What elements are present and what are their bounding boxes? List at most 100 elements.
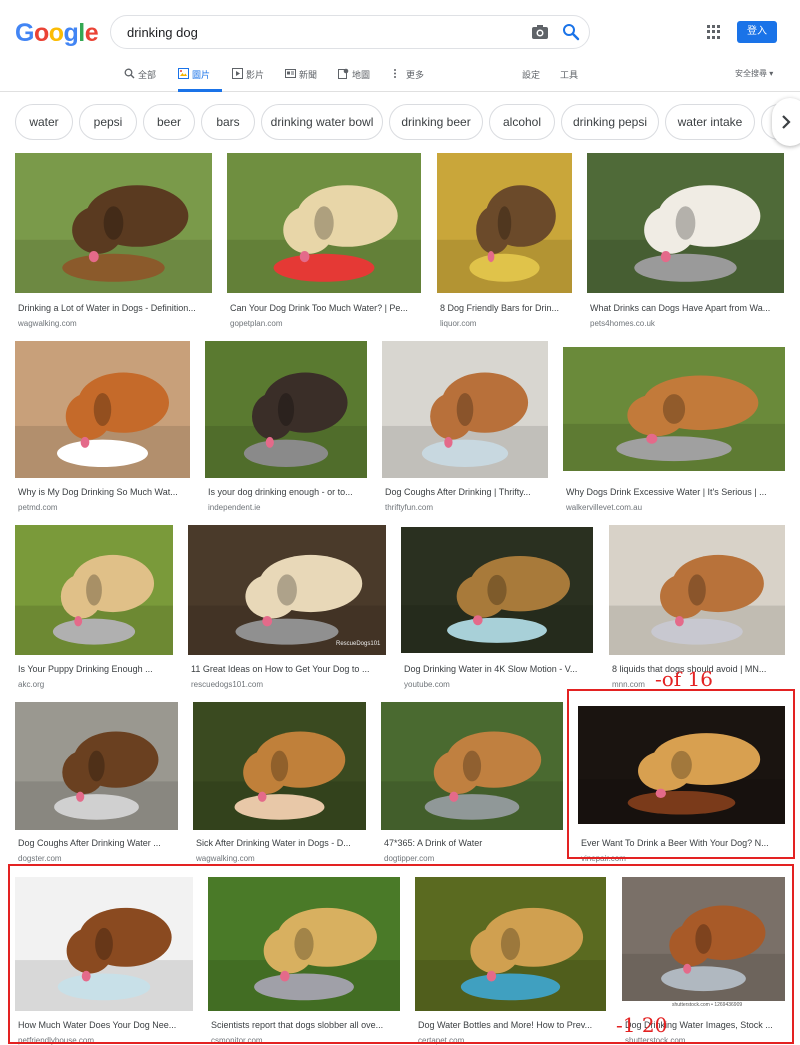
result-source[interactable]: wagwalking.com [18, 319, 211, 328]
result-source[interactable]: liquor.com [440, 319, 571, 328]
image-result[interactable]: Sick After Drinking Water in Dogs - D...… [193, 702, 366, 866]
chip[interactable]: drinking water bowl [261, 104, 383, 140]
result-title[interactable]: 11 Great Ideas on How to Get Your Dog to… [191, 664, 385, 674]
chips-scroll-next-button[interactable] [772, 98, 800, 146]
result-thumbnail[interactable] [15, 341, 190, 478]
annotation-box-16 [567, 689, 795, 859]
annotation-label-16: -of 16 [655, 667, 714, 691]
result-source[interactable]: walkervillevet.com.au [566, 503, 784, 512]
result-thumbnail[interactable] [563, 347, 785, 471]
tab-news[interactable]: 新聞 [285, 62, 317, 92]
tab-maps[interactable]: 地圖 [338, 62, 370, 92]
tab-label: 影片 [246, 70, 265, 80]
result-thumbnail[interactable] [437, 153, 572, 293]
result-title[interactable]: Dog Coughs After Drinking | Thrifty... [385, 487, 547, 497]
result-title[interactable]: Why is My Dog Drinking So Much Wat... [18, 487, 189, 497]
chip[interactable]: alcohol [489, 104, 555, 140]
result-title[interactable]: 8 Dog Friendly Bars for Drin... [440, 303, 571, 313]
chip[interactable]: water [15, 104, 73, 140]
tab-videos[interactable]: 影片 [232, 62, 264, 92]
result-thumbnail[interactable] [205, 341, 367, 478]
result-source[interactable]: thriftyfun.com [385, 503, 547, 512]
result-thumbnail[interactable] [609, 525, 785, 655]
result-source[interactable]: pets4homes.co.uk [590, 319, 783, 328]
header: Google 登入 全部 圖片 影片 [0, 0, 800, 92]
result-title[interactable]: Sick After Drinking Water in Dogs - D... [196, 838, 365, 848]
search-icon[interactable] [562, 23, 580, 41]
sign-in-button[interactable]: 登入 [737, 21, 777, 43]
result-thumbnail[interactable] [188, 525, 386, 655]
result-source[interactable]: dogster.com [18, 854, 177, 863]
image-result[interactable]: Why is My Dog Drinking So Much Wat... pet… [15, 341, 190, 515]
apps-grid-icon[interactable] [707, 25, 721, 39]
result-source[interactable]: independent.ie [208, 503, 366, 512]
chevron-right-icon [782, 115, 791, 129]
chip[interactable]: pepsi [79, 104, 137, 140]
result-source[interactable]: gopetplan.com [230, 319, 420, 328]
chip[interactable]: drinking pepsi [561, 104, 659, 140]
result-thumbnail[interactable] [15, 153, 212, 293]
tab-label: 圖片 [192, 70, 211, 80]
result-title[interactable]: Dog Drinking Water in 4K Slow Motion - V… [404, 664, 592, 674]
result-title[interactable]: 47*365: A Drink of Water [384, 838, 562, 848]
result-source[interactable]: dogtipper.com [384, 854, 562, 863]
dog-photo-image [15, 341, 190, 478]
result-thumbnail[interactable] [15, 525, 173, 655]
image-result[interactable]: Drinking a Lot of Water in Dogs - Defini… [15, 153, 212, 331]
result-title[interactable]: Drinking a Lot of Water in Dogs - Defini… [18, 303, 211, 313]
image-result[interactable]: Why Dogs Drink Excessive Water | It's Se… [563, 347, 785, 515]
image-result[interactable]: Is your dog drinking enough - or to... in… [205, 341, 367, 515]
chip[interactable]: bars [201, 104, 255, 140]
dog-photo-image [382, 341, 548, 478]
result-source[interactable]: petmd.com [18, 503, 189, 512]
video-icon [232, 68, 243, 79]
result-source[interactable]: wagwalking.com [196, 854, 365, 863]
tab-more[interactable]: 更多 [392, 62, 424, 92]
logo-letter: G [15, 19, 34, 47]
result-thumbnail[interactable] [15, 702, 178, 830]
tab-label: 更多 [406, 70, 425, 80]
tab-images[interactable]: 圖片 [178, 62, 222, 92]
image-result[interactable]: 8 Dog Friendly Bars for Drin... liquor.co… [437, 153, 572, 331]
image-result[interactable]: 47*365: A Drink of Water dogtipper.com [381, 702, 563, 866]
image-result[interactable]: Dog Coughs After Drinking Water ... dogst… [15, 702, 178, 866]
dog-photo-image [193, 702, 366, 830]
result-source[interactable]: akc.org [18, 680, 172, 689]
result-thumbnail[interactable] [381, 702, 563, 830]
result-title[interactable]: Can Your Dog Drink Too Much Water? | Pe.… [230, 303, 420, 313]
annotation-box-20 [8, 864, 794, 1044]
search-input[interactable] [127, 16, 507, 48]
image-result[interactable]: Can Your Dog Drink Too Much Water? | Pe.… [227, 153, 421, 331]
dog-photo-image [437, 153, 572, 293]
chip[interactable]: beer [143, 104, 195, 140]
dog-photo-image [401, 527, 593, 653]
safesearch-menu[interactable]: 安全搜尋 ▾ [735, 68, 773, 79]
result-thumbnail[interactable] [193, 702, 366, 830]
image-result[interactable]: Dog Drinking Water in 4K Slow Motion - V… [401, 527, 593, 692]
related-chips: water pepsi beer bars drinking water bow… [0, 104, 800, 140]
result-source[interactable]: youtube.com [404, 680, 592, 689]
settings-link[interactable]: 設定 [522, 68, 540, 81]
image-result[interactable]: Dog Coughs After Drinking | Thrifty... th… [382, 341, 548, 515]
tools-link[interactable]: 工具 [560, 68, 578, 81]
image-result[interactable]: 11 Great Ideas on How to Get Your Dog to… [188, 525, 386, 692]
chip[interactable]: water intake [665, 104, 755, 140]
result-title[interactable]: Why Dogs Drink Excessive Water | It's Se… [566, 487, 784, 497]
result-thumbnail[interactable] [401, 527, 593, 653]
image-result[interactable]: Is Your Puppy Drinking Enough ... akc.org [15, 525, 173, 692]
image-result[interactable]: What Drinks can Dogs Have Apart from Wa.… [587, 153, 784, 331]
camera-icon[interactable] [531, 24, 549, 40]
result-title[interactable]: Is Your Puppy Drinking Enough ... [18, 664, 172, 674]
google-logo[interactable]: Google [15, 19, 99, 48]
chip[interactable]: drinking beer [389, 104, 483, 140]
dog-photo-image [587, 153, 784, 293]
result-thumbnail[interactable] [227, 153, 421, 293]
result-thumbnail[interactable] [382, 341, 548, 478]
result-title[interactable]: Dog Coughs After Drinking Water ... [18, 838, 177, 848]
result-thumbnail[interactable] [587, 153, 784, 293]
logo-letter: e [84, 19, 99, 47]
tab-all[interactable]: 全部 [124, 62, 156, 92]
result-source[interactable]: rescuedogs101.com [191, 680, 385, 689]
result-title[interactable]: Is your dog drinking enough - or to... [208, 487, 366, 497]
result-title[interactable]: What Drinks can Dogs Have Apart from Wa.… [590, 303, 783, 313]
